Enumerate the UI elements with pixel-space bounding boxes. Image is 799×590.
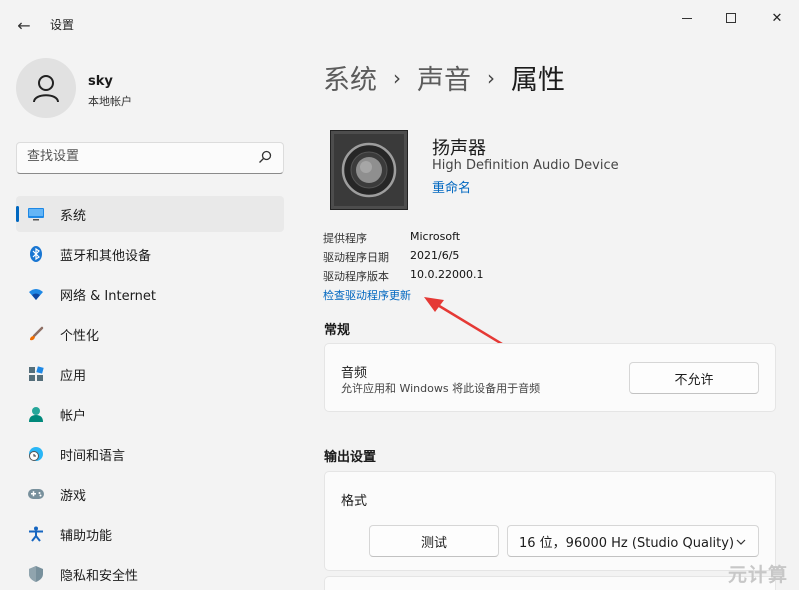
format-select[interactable]: 16 位，96000 Hz (Studio Quality): [507, 525, 759, 557]
sidebar-item-personalization[interactable]: 个性化: [16, 316, 284, 352]
minimize-button[interactable]: [664, 6, 710, 30]
sidebar-item-time-language[interactable]: 时间和语言: [16, 436, 284, 472]
accessibility-icon: [28, 526, 44, 542]
device-description: High Definition Audio Device: [432, 158, 619, 173]
system-icon: [28, 206, 44, 222]
sidebar-item-accounts[interactable]: 帐户: [16, 396, 284, 432]
format-label: 格式: [341, 494, 368, 509]
app-title: 设置: [50, 18, 75, 32]
driver-row-date: 驱动程序日期 2021/6/5: [323, 249, 483, 268]
breadcrumb-item-sound[interactable]: 声音: [417, 58, 471, 97]
watermark: 元计算: [728, 564, 789, 586]
format-select-value: 16 位，96000 Hz (Studio Quality): [519, 535, 735, 551]
prop-value: 10.0.22000.1: [410, 268, 484, 281]
sidebar-item-label: 个性化: [60, 328, 100, 344]
bluetooth-icon: [28, 246, 44, 262]
sidebar-item-label: 应用: [60, 368, 87, 384]
device-name: 扬声器: [432, 138, 486, 159]
driver-row-version: 驱动程序版本 10.0.22000.1: [323, 268, 483, 287]
sidebar-item-label: 帐户: [60, 408, 87, 424]
search-icon[interactable]: [257, 149, 273, 165]
general-heading: 常规: [324, 323, 351, 338]
prop-value: 2021/6/5: [410, 249, 460, 262]
prop-key: 驱动程序版本: [323, 270, 389, 283]
format-card: 格式 测试 16 位，96000 Hz (Studio Quality): [324, 471, 776, 571]
minimize-icon: [682, 17, 692, 19]
disallow-button[interactable]: 不允许: [629, 362, 759, 394]
back-arrow-icon: ←: [17, 15, 31, 35]
avatar[interactable]: [16, 58, 76, 118]
account-type: 本地帐户: [88, 95, 132, 108]
rename-link[interactable]: 重命名: [432, 177, 471, 196]
apps-icon: [28, 366, 44, 382]
output-heading: 输出设置: [324, 450, 377, 465]
brush-icon: [28, 326, 44, 342]
check-driver-update-link[interactable]: 检查驱动程序更新: [323, 287, 411, 303]
sidebar-item-network[interactable]: 网络 & Internet: [16, 276, 284, 312]
title-bar: ← 设置 ✕: [0, 0, 799, 48]
audio-description: 允许应用和 Windows 将此设备用于音频: [341, 382, 541, 395]
close-icon: ✕: [771, 10, 783, 26]
close-button[interactable]: ✕: [754, 6, 799, 30]
sidebar-item-label: 网络 & Internet: [60, 288, 157, 304]
gamepad-icon: [28, 486, 44, 502]
sidebar-item-apps[interactable]: 应用: [16, 356, 284, 392]
user-icon: [33, 75, 59, 103]
audio-card: 音频 允许应用和 Windows 将此设备用于音频 不允许: [324, 343, 776, 412]
sidebar-item-label: 辅助功能: [60, 528, 113, 544]
sidebar-item-label: 隐私和安全性: [60, 568, 139, 584]
sidebar-item-gaming[interactable]: 游戏: [16, 476, 284, 512]
wifi-icon: [28, 286, 44, 302]
chevron-right-icon: ›: [487, 65, 495, 90]
back-button[interactable]: ←: [10, 12, 38, 38]
prop-value: Microsoft: [410, 230, 461, 243]
clock-globe-icon: [28, 446, 44, 462]
sidebar-item-accessibility[interactable]: 辅助功能: [16, 516, 284, 552]
prop-key: 提供程序: [323, 232, 367, 245]
audio-title: 音频: [341, 366, 368, 381]
test-button[interactable]: 测试: [369, 525, 499, 557]
sidebar-item-label: 系统: [60, 208, 87, 224]
sidebar-item-label: 蓝牙和其他设备: [60, 248, 152, 264]
maximize-icon: [726, 13, 736, 23]
driver-properties: 提供程序 Microsoft 驱动程序日期 2021/6/5 驱动程序版本 10…: [323, 230, 483, 287]
driver-row-provider: 提供程序 Microsoft: [323, 230, 483, 249]
shield-icon: [28, 566, 44, 582]
account-icon: [28, 406, 44, 422]
sidebar-item-system[interactable]: 系统: [16, 196, 284, 232]
chevron-right-icon: ›: [393, 65, 401, 90]
maximize-button[interactable]: [708, 6, 754, 30]
sidebar-item-label: 游戏: [60, 488, 87, 504]
sidebar-item-bluetooth[interactable]: 蓝牙和其他设备: [16, 236, 284, 272]
sidebar-item-label: 时间和语言: [60, 448, 126, 464]
speaker-icon: [330, 130, 408, 210]
user-name: sky: [88, 74, 113, 89]
chevron-down-icon: [736, 535, 746, 548]
search-input[interactable]: [27, 149, 247, 164]
breadcrumb-item-system[interactable]: 系统: [323, 58, 377, 97]
search-box[interactable]: [16, 142, 284, 174]
breadcrumb: 系统 › 声音 › 属性: [323, 58, 565, 97]
prop-key: 驱动程序日期: [323, 251, 389, 264]
sidebar-item-privacy[interactable]: 隐私和安全性: [16, 556, 284, 590]
next-card: [324, 576, 776, 590]
sidebar-nav: 系统 蓝牙和其他设备 网络 & Internet 个性化 应用 帐户 时间和语言…: [16, 196, 284, 590]
page-title: 属性: [511, 65, 565, 96]
